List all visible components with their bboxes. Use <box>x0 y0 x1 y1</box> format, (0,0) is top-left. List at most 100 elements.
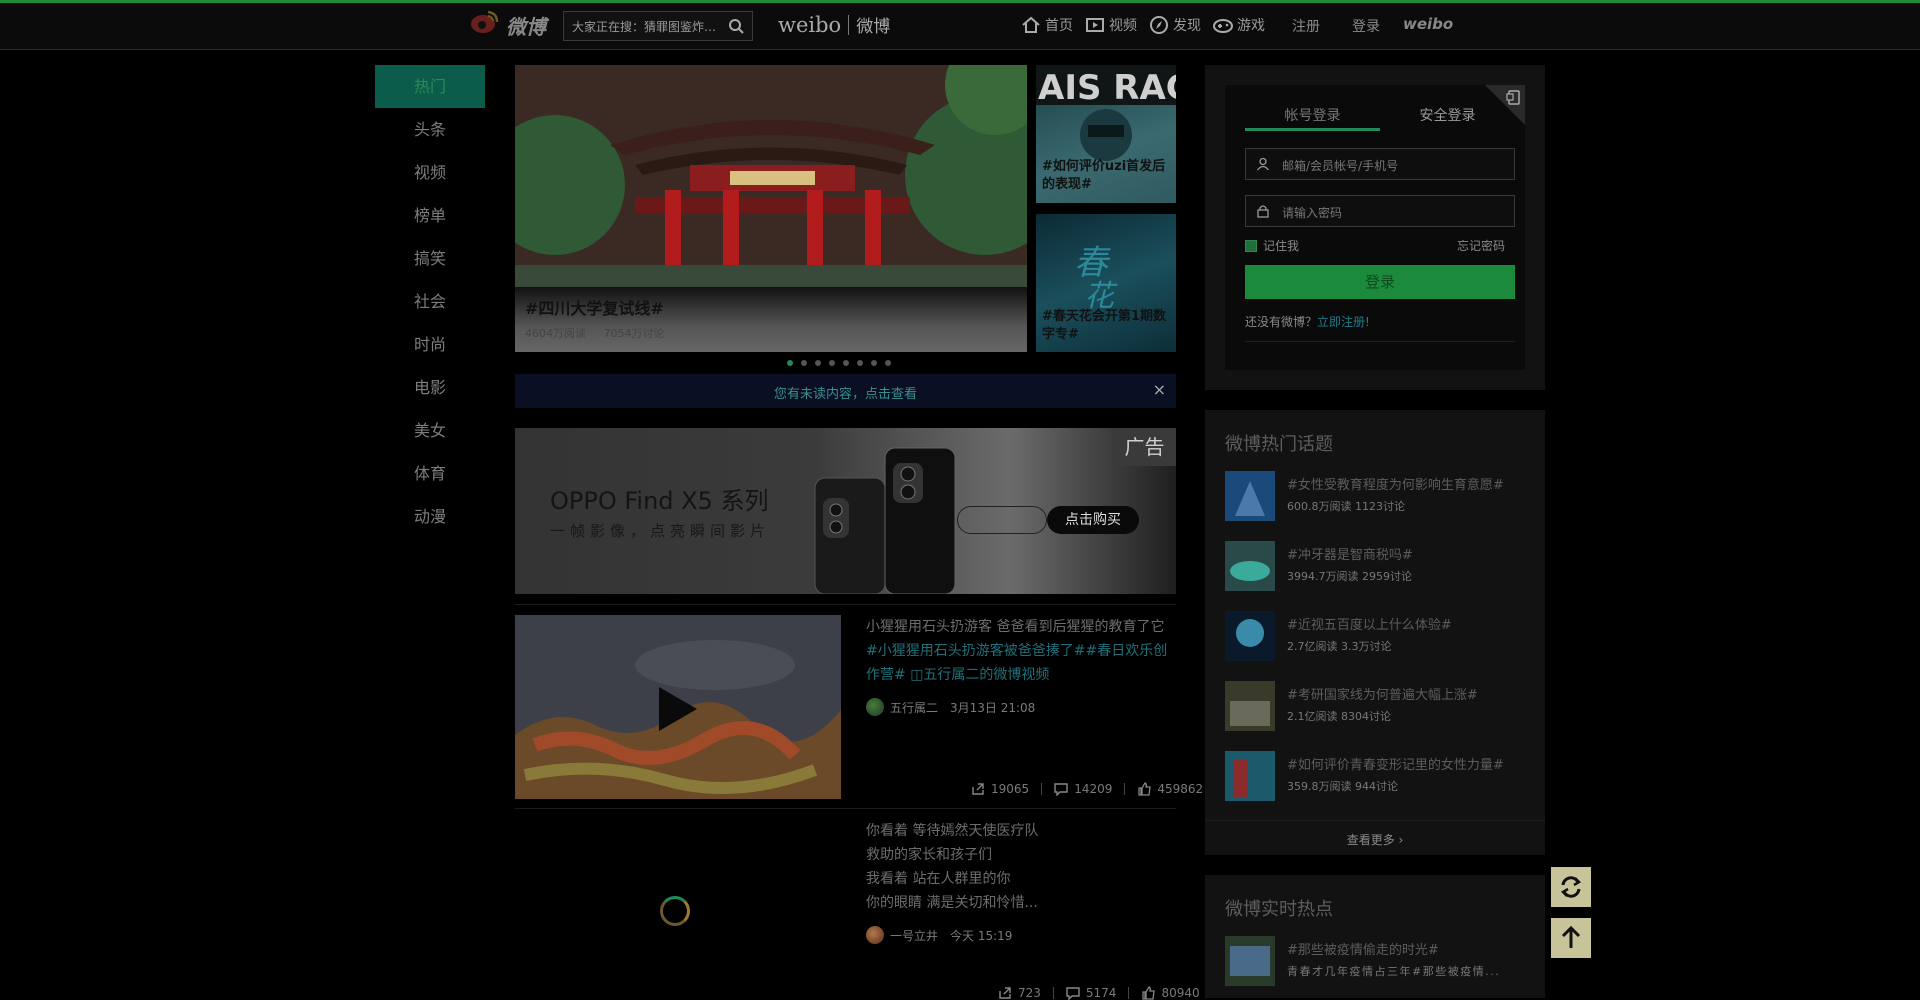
topic-name[interactable]: #考研国家线为何普遍大幅上涨# <box>1287 684 1478 703</box>
ad-banner[interactable]: OPPO Find X5 系列 一帧影像，点亮瞬间影片 点击购买 广告 <box>515 428 1176 594</box>
topic-item[interactable]: #女性受教育程度为何影响生育意愿# 600.8万阅读 1123讨论 <box>1225 471 1535 521</box>
topic-item[interactable]: #冲牙器是智商税吗# 3994.7万阅读 2959讨论 <box>1225 541 1535 591</box>
ad-tag: 广告 <box>1113 428 1176 466</box>
feed-author-row: 五行属二 3月13日 21:08 <box>866 698 1035 716</box>
topic-name[interactable]: #近视五百度以上什么体验# <box>1287 614 1452 633</box>
close-icon[interactable]: × <box>1153 380 1166 399</box>
category-sports[interactable]: 体育 <box>375 452 485 495</box>
feed-stats: 19065 14209 459862 <box>971 782 1203 796</box>
play-icon[interactable] <box>655 685 699 733</box>
category-fashion[interactable]: 时尚 <box>375 323 485 366</box>
username-placeholder: 邮箱/会员帐号/手机号 <box>1282 159 1399 173</box>
login-panel: 帐号登录 安全登录 邮箱/会员帐号/手机号 请输入密码 记住我 忘记密码 登录 … <box>1205 65 1545 390</box>
carousel-dot[interactable] <box>787 360 793 366</box>
topic-meta: 青春才几年疫情占三年#那些被疫情... <box>1287 965 1501 978</box>
weibo-eye-icon <box>471 10 499 33</box>
category-beauty[interactable]: 美女 <box>375 409 485 452</box>
back-to-top-button[interactable] <box>1551 918 1591 958</box>
carousel-dot[interactable] <box>843 360 849 366</box>
search-input[interactable]: 大家正在搜：猜罪图鉴炸… <box>572 18 718 35</box>
topic-name[interactable]: #那些被疫情偷走的时光# <box>1287 939 1439 958</box>
weibo-small-logo[interactable]: weibo <box>1403 15 1453 33</box>
topic-item[interactable]: #考研国家线为何普遍大幅上涨# 2.1亿阅读 8304讨论 <box>1225 681 1535 731</box>
avatar[interactable] <box>866 698 884 716</box>
ad-buy-button[interactable]: 点击购买 <box>1047 506 1139 534</box>
search-icon[interactable] <box>728 18 744 34</box>
ad-secondary-outline <box>957 506 1047 534</box>
divider <box>1245 341 1515 342</box>
nav-home-label: 首页 <box>1045 18 1073 34</box>
category-funny[interactable]: 搞笑 <box>375 237 485 280</box>
feed-text-2: 你看着 等待嫣然天使医疗队 救助的家长和孩子们 我看着 站在人群里的你 你的眼睛… <box>866 819 1176 915</box>
topic-name[interactable]: #如何评价青春变形记里的女性力量# <box>1287 754 1504 773</box>
feed-author-row: 一号立井 今天 15:19 <box>866 926 1012 944</box>
share-icon[interactable] <box>971 782 985 796</box>
hero-carousel[interactable]: #四川大学复试线# 4604万阅读 7054万讨论 <box>515 65 1027 352</box>
arrow-up-icon <box>1561 925 1581 948</box>
category-hot[interactable]: 热门 <box>375 65 485 108</box>
link-icon: ◫ <box>910 667 924 683</box>
hero-reads: 4604万阅读 <box>525 327 586 340</box>
post-time: 今天 15:19 <box>950 928 1013 943</box>
carousel-dot[interactable] <box>871 360 877 366</box>
carousel-thumb[interactable]: 春 花 #春天花会开第1期数字专# <box>1036 214 1176 352</box>
carousel-dot[interactable] <box>885 360 891 366</box>
topic-item[interactable]: #那些被疫情偷走的时光# 青春才几年疫情占三年#那些被疫情... <box>1225 936 1535 986</box>
realtime-hot-panel: 微博实时热点 #那些被疫情偷走的时光# 青春才几年疫情占三年#那些被疫情... <box>1205 875 1545 998</box>
topic-thumbnail <box>1225 471 1275 521</box>
topic-name[interactable]: #女性受教育程度为何影响生育意愿# <box>1287 474 1504 493</box>
topic-thumbnail <box>1225 751 1275 801</box>
unread-notice-text[interactable]: 您有未读内容，点击查看 <box>515 383 1176 402</box>
see-more-link[interactable]: 查看更多 › <box>1205 831 1545 848</box>
category-ranking[interactable]: 榜单 <box>375 194 485 237</box>
weibo-brand[interactable]: weibo 微博 <box>778 12 890 37</box>
video-thumbnail[interactable] <box>515 615 841 799</box>
category-movie[interactable]: 电影 <box>375 366 485 409</box>
refresh-button[interactable] <box>1551 867 1591 907</box>
carousel-thumb[interactable]: AIS RAG #如何评价uzi首发后的表现# <box>1036 65 1176 203</box>
topic-item[interactable]: #如何评价青春变形记里的女性力量# 359.8万阅读 944讨论 <box>1225 751 1535 801</box>
register-link[interactable]: 注册 <box>1292 16 1320 36</box>
nav-discover[interactable]: 发现 <box>1149 14 1201 36</box>
remember-checkbox[interactable] <box>1245 239 1257 252</box>
carousel-dot[interactable] <box>815 360 821 366</box>
carousel-dot[interactable] <box>801 360 807 366</box>
category-anime[interactable]: 动漫 <box>375 495 485 538</box>
category-society[interactable]: 社会 <box>375 280 485 323</box>
carousel-dot[interactable] <box>857 360 863 366</box>
forgot-password-link[interactable]: 忘记密码 <box>1457 237 1505 254</box>
login-button[interactable]: 登录 <box>1245 265 1515 299</box>
logo-text: 微博 <box>506 15 546 39</box>
author-name[interactable]: 一号立井 <box>890 927 938 944</box>
nav-video[interactable]: 视频 <box>1085 14 1137 36</box>
category-headlines[interactable]: 头条 <box>375 108 485 151</box>
nav-home[interactable]: 首页 <box>1021 14 1073 36</box>
poem-line: 你的眼睛 满是关切和怜惜... <box>866 895 1038 911</box>
carousel-dot[interactable] <box>829 360 835 366</box>
feed-video-link[interactable]: 五行属二的微博视频 <box>923 667 1049 683</box>
loading-spinner-icon <box>660 896 690 926</box>
tab-account-login[interactable]: 帐号登录 <box>1245 103 1380 131</box>
login-form: 帐号登录 安全登录 邮箱/会员帐号/手机号 请输入密码 记住我 忘记密码 登录 … <box>1225 85 1525 370</box>
weibo-logo[interactable]: 微博 <box>470 9 550 39</box>
hero-image-gate <box>515 65 1027 287</box>
avatar[interactable] <box>866 926 884 944</box>
username-field[interactable]: 邮箱/会员帐号/手机号 <box>1245 148 1515 180</box>
svg-text:AIS RAG: AIS RAG <box>1038 68 1176 108</box>
author-name[interactable]: 五行属二 <box>890 699 938 716</box>
nav-games[interactable]: 游戏 <box>1213 14 1265 36</box>
like-icon[interactable] <box>1137 782 1152 796</box>
password-field[interactable]: 请输入密码 <box>1245 195 1515 227</box>
unread-notice-bar[interactable]: 您有未读内容，点击查看 × <box>515 374 1176 408</box>
realtime-title: 微博实时热点 <box>1225 899 1333 920</box>
remember-me[interactable]: 记住我 <box>1245 237 1299 254</box>
hero-title[interactable]: #四川大学复试线# <box>525 295 664 319</box>
register-now-link[interactable]: 立即注册! <box>1317 315 1370 329</box>
topic-item[interactable]: #近视五百度以上什么体验# 2.7亿阅读 3.3万讨论 <box>1225 611 1535 661</box>
search-box[interactable]: 大家正在搜：猜罪图鉴炸… <box>563 11 753 41</box>
category-video[interactable]: 视频 <box>375 151 485 194</box>
topic-name[interactable]: #冲牙器是智商税吗# <box>1287 544 1413 563</box>
comment-icon[interactable] <box>1054 782 1068 796</box>
qr-login-icon[interactable] <box>1485 85 1525 125</box>
login-link[interactable]: 登录 <box>1352 16 1380 36</box>
